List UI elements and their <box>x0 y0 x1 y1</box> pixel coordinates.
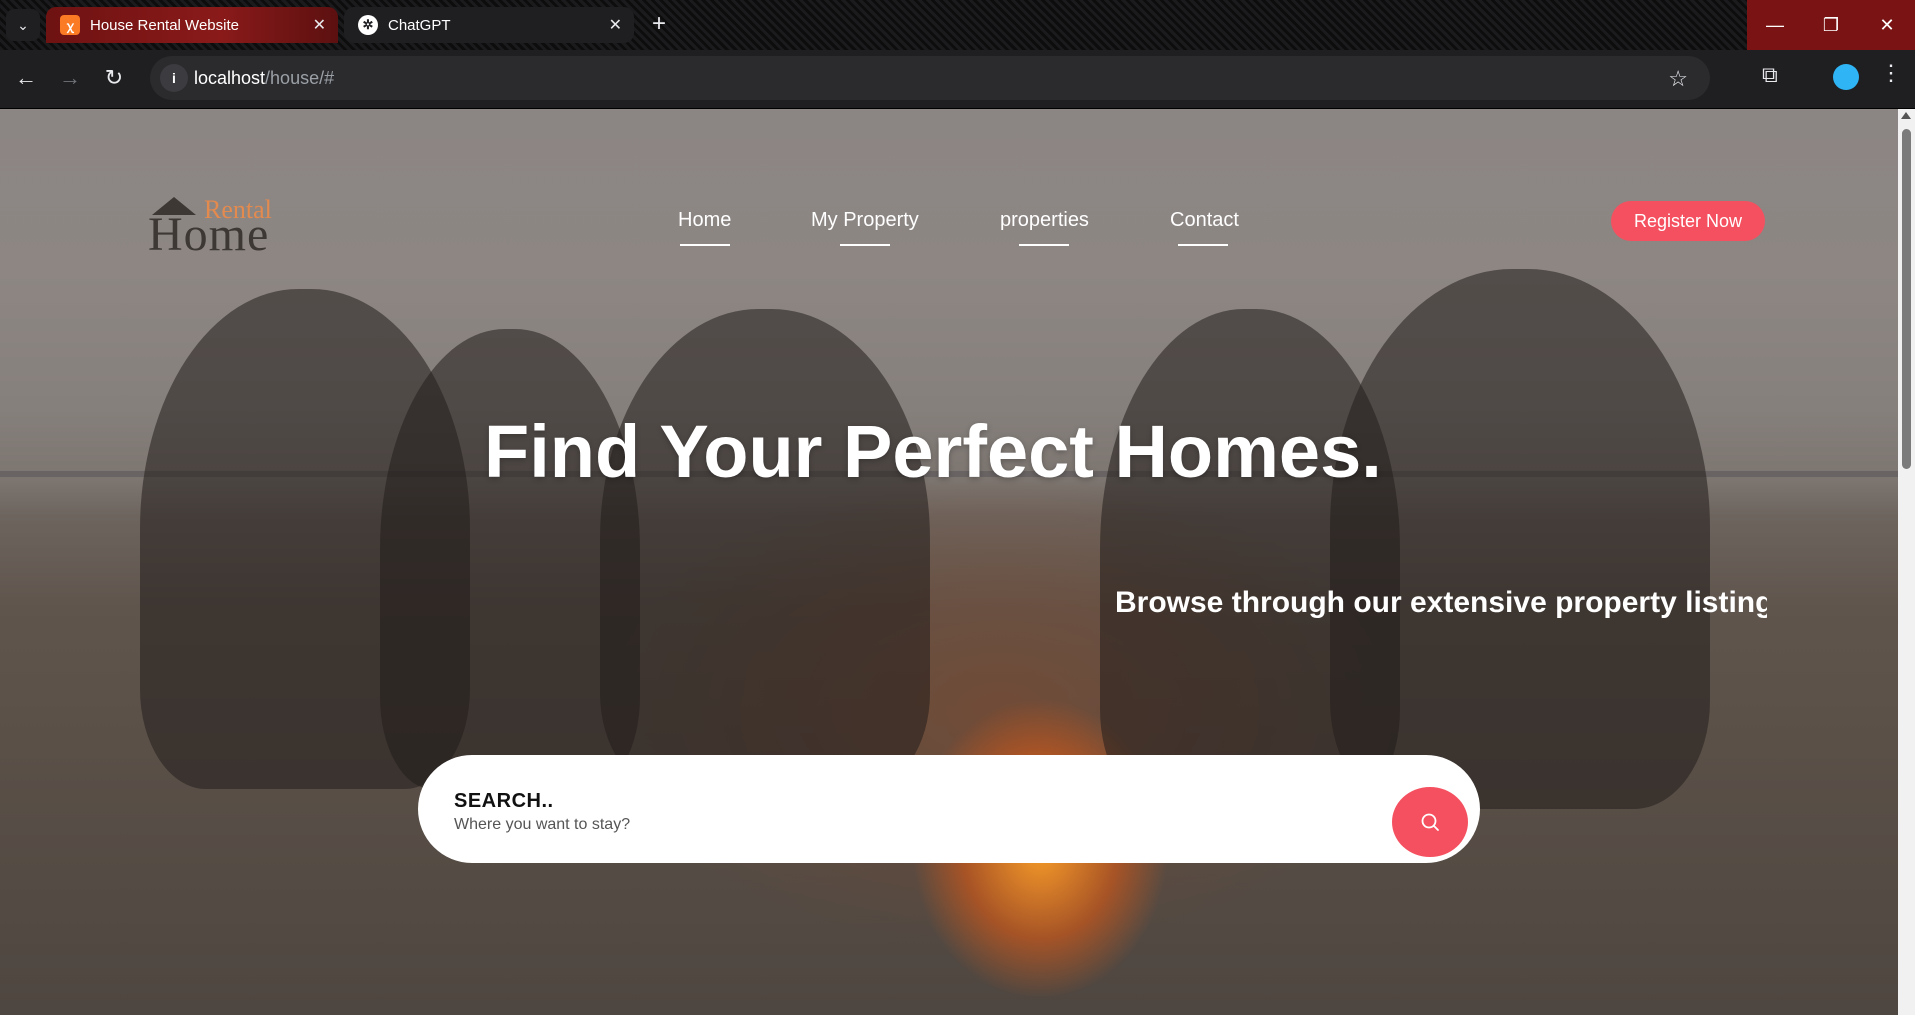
nav-contact[interactable]: Contact <box>1170 209 1239 232</box>
search-bar: SEARCH.. <box>418 755 1480 863</box>
nav-underline <box>1178 244 1228 246</box>
register-now-button[interactable]: Register Now <box>1611 201 1765 241</box>
page-scrollbar[interactable] <box>1898 109 1915 1015</box>
reload-icon[interactable]: ↻ <box>98 62 130 94</box>
hero-title: Find Your Perfect Homes. <box>484 410 1382 493</box>
nav-home[interactable]: Home <box>678 209 731 232</box>
xampp-icon: ꭓ <box>60 15 80 35</box>
close-icon[interactable]: ✕ <box>609 15 622 35</box>
site-logo[interactable]: Rental Home <box>148 195 288 261</box>
page-viewport: Rental Home Home My Property properties … <box>0 109 1898 1015</box>
restore-button[interactable]: ❐ <box>1803 0 1859 50</box>
browser-toolbar: ← → ↻ i localhost/house/# ☆ ⧉ ⋮ <box>0 50 1915 109</box>
search-input[interactable] <box>454 816 1054 834</box>
nav-my-property[interactable]: My Property <box>811 209 919 232</box>
tab-title: House Rental Website <box>90 16 239 34</box>
scroll-up-arrow-icon[interactable] <box>1901 112 1911 119</box>
nav-underline <box>680 244 730 246</box>
tab-strip: ⌄ ꭓ House Rental Website ✕ ✲ ChatGPT ✕ +… <box>0 0 1915 50</box>
tab-house-rental[interactable]: ꭓ House Rental Website ✕ <box>46 7 338 43</box>
scrollbar-thumb[interactable] <box>1902 129 1911 469</box>
background-figure <box>1330 269 1710 809</box>
new-tab-plus-icon[interactable]: + <box>652 10 666 38</box>
minimize-button[interactable]: — <box>1747 0 1803 50</box>
close-window-button[interactable]: ✕ <box>1859 0 1915 50</box>
nav-underline <box>1019 244 1069 246</box>
hero-subtitle: Browse through our extensive property li… <box>1115 586 1767 619</box>
nav-properties[interactable]: properties <box>1000 209 1089 232</box>
search-icon <box>1421 813 1439 831</box>
close-icon[interactable]: ✕ <box>313 15 326 35</box>
forward-arrow-icon[interactable]: → <box>54 62 86 94</box>
back-arrow-icon[interactable]: ← <box>10 62 42 94</box>
url-text[interactable]: localhost/house/# <box>194 68 334 89</box>
url-path: /house/# <box>265 68 335 88</box>
extensions-puzzle-icon[interactable]: ⧉ <box>1762 62 1778 88</box>
search-button[interactable] <box>1392 787 1468 857</box>
tab-search-chevron-down-icon[interactable]: ⌄ <box>6 9 40 41</box>
address-bar[interactable]: i localhost/house/# ☆ <box>150 56 1710 100</box>
nav-underline <box>840 244 890 246</box>
background-figure <box>600 309 930 789</box>
bookmark-star-icon[interactable]: ☆ <box>1668 66 1688 92</box>
hero-subtitle-marquee: Browse through our extensive property li… <box>1110 584 1767 620</box>
tab-chatgpt[interactable]: ✲ ChatGPT ✕ <box>344 7 634 43</box>
profile-avatar[interactable] <box>1833 64 1859 90</box>
search-label: SEARCH.. <box>454 790 554 812</box>
tab-title: ChatGPT <box>388 16 451 34</box>
logo-word-home: Home <box>148 208 270 261</box>
more-menu-icon[interactable]: ⋮ <box>1880 60 1902 86</box>
site-info-icon[interactable]: i <box>160 64 188 92</box>
url-host: localhost <box>194 68 266 88</box>
openai-icon: ✲ <box>358 15 378 35</box>
